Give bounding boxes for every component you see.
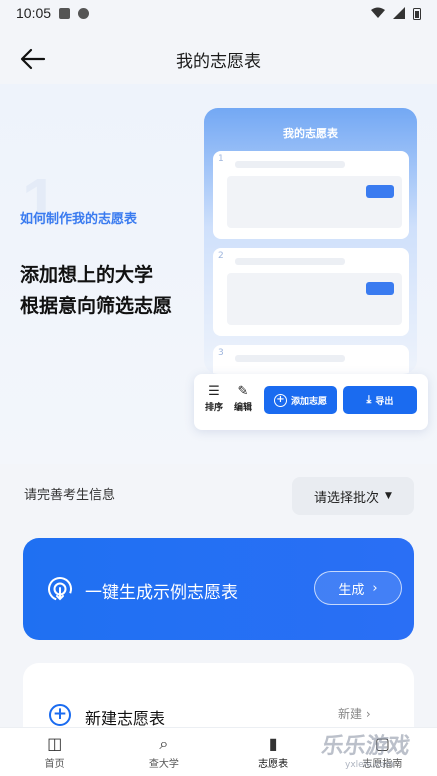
watermark-logo: 乐乐游戏 xyxy=(319,734,412,759)
tab-home-label: 首页 xyxy=(44,759,65,770)
status-bar: 10:05 xyxy=(0,0,437,26)
mock-item-number: 2 xyxy=(218,251,224,261)
mock-table-preview: 我的志愿表 1 2 3 xyxy=(204,108,417,374)
plus-circle-icon: + xyxy=(273,393,287,407)
new-table-link[interactable]: 新建 › xyxy=(338,705,371,722)
mock-item: 2 xyxy=(213,248,409,336)
mock-item: 3 xyxy=(213,345,409,374)
watermark-url: yxlele.com xyxy=(345,760,394,770)
how-to-label: 如何制作我的志愿表 xyxy=(20,212,138,227)
generate-icon xyxy=(48,577,72,601)
slogan-line-2: 根据意向筛选志愿 xyxy=(20,295,173,317)
tab-search-university[interactable]: ⌕ 查大学 xyxy=(109,728,218,776)
mock-add-label: 添加志愿 xyxy=(290,396,327,407)
caret-down-icon: ▼ xyxy=(385,491,392,501)
batch-select[interactable]: 请选择批次 ▼ xyxy=(292,477,414,515)
mock-sort-label: 排序 xyxy=(204,403,223,413)
complete-info-prompt[interactable]: 请完善考生信息 xyxy=(24,484,115,503)
mock-placeholder-line xyxy=(235,258,345,265)
mock-export-label: 导出 xyxy=(375,396,394,407)
generate-button-label: 生成 xyxy=(338,582,365,598)
mock-item-number: 3 xyxy=(218,348,224,358)
new-table-link-label: 新建 xyxy=(338,707,363,721)
new-table-text: 新建志愿表 xyxy=(85,709,166,728)
mock-item-number: 1 xyxy=(218,154,224,164)
plus-circle-icon: + xyxy=(49,704,71,726)
hero-section: 1 如何制作我的志愿表 添加想上的大学 根据意向筛选志愿 我的志愿表 1 2 3… xyxy=(0,84,437,464)
mock-edit: ✎ 编辑 xyxy=(231,384,255,413)
hero-slogan: 添加想上的大学 根据意向筛选志愿 xyxy=(20,260,172,322)
mock-placeholder-line xyxy=(235,355,345,362)
tab-home[interactable]: ◫ 首页 xyxy=(0,728,109,776)
generate-button[interactable]: 生成 › xyxy=(314,571,402,605)
signal-icon xyxy=(393,7,405,19)
notification-icon xyxy=(59,7,71,19)
chevron-right-icon: › xyxy=(365,707,371,721)
notebook-icon: ▮ xyxy=(268,734,278,753)
mock-placeholder-box xyxy=(227,176,402,228)
mock-toolbar: ☰ 排序 ✎ 编辑 + 添加志愿 ⤓ 导出 xyxy=(194,374,428,430)
mock-button-pill xyxy=(366,185,394,198)
mock-title: 我的志愿表 xyxy=(283,127,338,140)
mock-placeholder-line xyxy=(235,161,345,168)
tab-search-label: 查大学 xyxy=(148,759,179,770)
batch-select-label: 请选择批次 xyxy=(314,490,380,506)
search-icon: ⌕ xyxy=(159,734,169,753)
tab-my-table[interactable]: ▮ 志愿表 xyxy=(219,728,328,776)
book-open-icon: ◫ xyxy=(47,734,63,753)
wifi-icon xyxy=(371,7,385,18)
app-notification-icon xyxy=(78,7,90,19)
page-title: 我的志愿表 xyxy=(176,51,261,72)
tab-table-label: 志愿表 xyxy=(258,759,289,770)
mock-item: 1 xyxy=(213,151,409,239)
status-time: 10:05 xyxy=(16,5,52,21)
mock-placeholder-box xyxy=(227,273,402,325)
mock-button-pill xyxy=(366,282,394,295)
slogan-line-1: 添加想上的大学 xyxy=(20,264,154,286)
battery-icon xyxy=(413,7,421,20)
mock-export-button: ⤓ 导出 xyxy=(343,386,417,414)
download-icon: ⤓ xyxy=(366,393,372,406)
mock-edit-label: 编辑 xyxy=(233,403,252,413)
back-arrow-icon[interactable] xyxy=(18,44,48,74)
mock-sort: ☰ 排序 xyxy=(202,384,226,413)
generate-text: 一键生成示例志愿表 xyxy=(85,583,238,603)
chevron-right-icon: › xyxy=(372,580,378,596)
edit-icon: ✎ xyxy=(237,384,249,399)
generate-example-card[interactable]: 一键生成示例志愿表 生成 › xyxy=(23,538,414,640)
sort-icon: ☰ xyxy=(208,384,220,399)
mock-add-button: + 添加志愿 xyxy=(264,386,337,414)
app-header: 我的志愿表 xyxy=(0,34,437,84)
